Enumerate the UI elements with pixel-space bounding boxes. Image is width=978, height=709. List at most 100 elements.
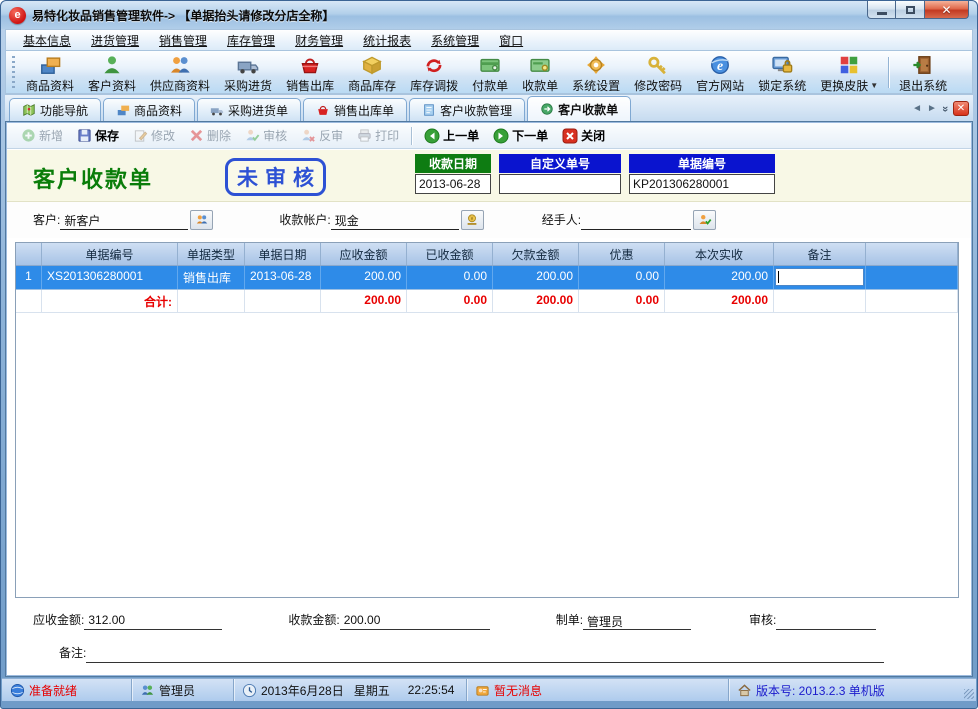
toolbar-button-transfer[interactable]: 库存调拨 — [403, 53, 465, 92]
previous-doc-button[interactable]: 上一单 — [418, 125, 485, 146]
close-doc-button[interactable]: 关闭 — [556, 125, 611, 146]
remark-input[interactable] — [86, 646, 884, 663]
toolbar-button-purchase[interactable]: 采购进货 — [217, 53, 279, 92]
unaudit-icon — [301, 128, 316, 143]
summary-panel: 应收金额: 312.00 收款金额: 200.00 制单: 管理员 审核: — [7, 600, 971, 675]
tab-nav[interactable]: 功能导航 — [9, 98, 101, 121]
creator-value: 管理员 — [583, 613, 691, 630]
unaudited-stamp: 未审核 — [225, 158, 326, 196]
version-home-icon — [737, 683, 752, 698]
menu-system[interactable]: 系统管理 — [422, 30, 488, 51]
menu-window[interactable]: 窗口 — [490, 30, 532, 51]
window-title: 易特化妆品销售管理软件-> 【单据抬头请修改分店全称】 — [32, 7, 334, 24]
toolbar-button-password[interactable]: 修改密码 — [627, 53, 689, 92]
text-caret — [778, 271, 779, 283]
tab-close-icon[interactable]: ✕ — [953, 101, 969, 116]
toolbar-button-customers[interactable]: 客户资料 — [81, 53, 143, 92]
skin-dropdown-arrow-icon[interactable]: ▼ — [870, 81, 878, 90]
custom-number-field: 自定义单号 — [499, 154, 621, 194]
save-icon — [77, 128, 92, 143]
toolbar-button-settings[interactable]: 系统设置 — [565, 53, 627, 92]
handler-field: 经手人: — [542, 210, 716, 230]
app-window: e 易特化妆品销售管理软件-> 【单据抬头请修改分店全称】 ✕ 基本信息 进货管… — [0, 0, 978, 709]
save-button[interactable]: 保存 — [71, 125, 125, 146]
audit-icon — [245, 128, 260, 143]
menu-sales[interactable]: 销售管理 — [150, 30, 216, 51]
delete-icon — [189, 128, 204, 143]
maximize-button[interactable] — [896, 1, 924, 19]
handler-lookup-button[interactable] — [693, 210, 716, 230]
unaudit-button[interactable]: 反审 — [295, 125, 349, 146]
payment-card-icon — [478, 54, 502, 76]
document-number-input[interactable]: KP201306280001 — [629, 174, 775, 194]
receipt-doc-icon — [540, 102, 554, 116]
main-toolbar: 商品资料 客户资料 供应商资料 采购进货 销售出库 商品库存 库存调拨 付款单 — [5, 50, 973, 94]
received-amount-field: 收款金额: 200.00 — [288, 611, 489, 630]
suppliers-icon — [168, 54, 192, 76]
menu-bar: 基本信息 进货管理 销售管理 库存管理 财务管理 统计报表 系统管理 窗口 — [5, 29, 973, 50]
receipt-card-icon — [528, 54, 552, 76]
menu-reports[interactable]: 统计报表 — [354, 30, 420, 51]
tab-receipt-management[interactable]: 客户收款管理 — [409, 98, 525, 121]
receipt-date-input[interactable]: 2013-06-28 — [415, 174, 491, 194]
exit-door-icon — [911, 54, 935, 76]
products-icon — [38, 54, 62, 76]
print-button[interactable]: 打印 — [351, 125, 405, 146]
toolbar-separator — [888, 57, 889, 88]
next-icon — [493, 128, 509, 144]
menu-basic-info[interactable]: 基本信息 — [14, 30, 80, 51]
tab-scroll-left-icon[interactable]: ◄ — [912, 103, 922, 114]
tab-products[interactable]: 商品资料 — [103, 98, 195, 121]
purchase-truck-icon — [236, 54, 260, 76]
toolbar-button-suppliers[interactable]: 供应商资料 — [143, 53, 217, 92]
lock-system-icon — [770, 54, 794, 76]
customer-lookup-button[interactable] — [190, 210, 213, 230]
receipt-date-field: 收款日期 2013-06-28 — [415, 154, 491, 194]
tab-sales-order[interactable]: 销售出库单 — [303, 98, 407, 121]
toolbar-button-receipt[interactable]: 收款单 — [515, 53, 565, 92]
close-window-button[interactable]: ✕ — [924, 1, 969, 19]
add-button[interactable]: 新增 — [15, 125, 69, 146]
customer-input[interactable]: 新客户 — [60, 212, 188, 230]
document-area: 新增 保存 修改 删除 审核 反审 — [5, 121, 973, 677]
tab-scroll-right-icon[interactable]: ► — [927, 103, 937, 114]
doc-page-icon — [422, 103, 436, 117]
toolbar-button-website[interactable]: e 官方网站 — [689, 53, 751, 92]
toolbar-button-sales-out[interactable]: 销售出库 — [279, 53, 341, 92]
customer-lookup-icon — [195, 213, 209, 227]
toolbar-button-payment[interactable]: 付款单 — [465, 53, 515, 92]
tab-receipt-document[interactable]: 客户收款单 — [527, 96, 631, 121]
menu-finance[interactable]: 财务管理 — [286, 30, 352, 51]
custom-number-input[interactable] — [499, 174, 621, 194]
resize-grip-icon[interactable] — [964, 689, 974, 699]
toolbar-button-lock-system[interactable]: 锁定系统 — [751, 53, 813, 92]
audit-button[interactable]: 审核 — [239, 125, 293, 146]
remark-cell-editor[interactable] — [775, 268, 864, 286]
creator-field: 制单: 管理员 — [556, 611, 691, 630]
app-logo-icon: e — [9, 7, 26, 24]
tab-purchase-order[interactable]: 采购进货单 — [197, 98, 301, 121]
status-user: 管理员 — [132, 679, 234, 701]
menu-inventory[interactable]: 库存管理 — [218, 30, 284, 51]
toolbar-button-stock[interactable]: 商品库存 — [341, 53, 403, 92]
toolbar-button-skin[interactable]: 更换皮肤▼ — [813, 53, 885, 92]
grid-row-selected[interactable]: 1 XS201306280001 销售出库 2013-06-28 200.00 … — [16, 266, 958, 290]
next-doc-button[interactable]: 下一单 — [487, 125, 554, 146]
customer-field: 客户: 新客户 — [33, 210, 213, 230]
handler-input[interactable] — [581, 212, 691, 230]
toolbar-button-products[interactable]: 商品资料 — [19, 53, 81, 92]
status-icon — [10, 683, 25, 698]
account-lookup-button[interactable]: ¥ — [461, 210, 484, 230]
toolbar-button-exit[interactable]: 退出系统 — [892, 53, 954, 92]
account-lookup-icon: ¥ — [465, 213, 479, 227]
account-input[interactable]: 现金 — [331, 212, 459, 230]
account-field: 收款帐户: 现金 ¥ — [279, 210, 483, 230]
edit-button[interactable]: 修改 — [127, 125, 181, 146]
title-bar: e 易特化妆品销售管理软件-> 【单据抬头请修改分店全称】 ✕ — [1, 1, 977, 29]
grid-header-row: 单据编号 单据类型 单据日期 应收金额 已收金额 欠款金额 优惠 本次实收 备注 — [16, 243, 958, 266]
delete-button[interactable]: 删除 — [183, 125, 237, 146]
menu-purchasing[interactable]: 进货管理 — [82, 30, 148, 51]
tab-list-icon[interactable]: » — [939, 105, 951, 111]
receivable-amount-field: 应收金额: 312.00 — [33, 611, 222, 630]
minimize-button[interactable] — [867, 1, 896, 19]
